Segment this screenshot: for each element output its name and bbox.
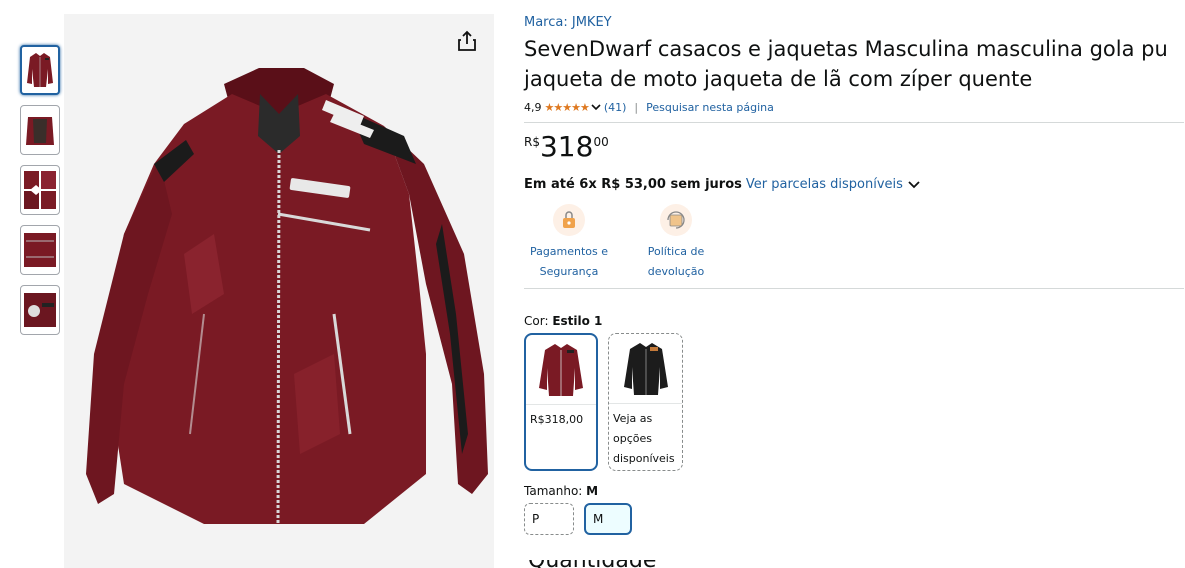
rating-value: 4,9 [524, 100, 542, 114]
installments-text: Em até 6x R$ 53,00 sem juros [524, 177, 742, 192]
badge-return-policy[interactable]: Política de devolução [628, 204, 724, 288]
color-option-estilo-2[interactable]: Veja as opções disponíveis [608, 333, 683, 471]
swatch-text-line3: disponíveis [613, 452, 675, 465]
badge-label-line1: Política de [647, 245, 705, 258]
size-label: Tamanho: M [524, 483, 1184, 499]
size-options: P M [524, 503, 1184, 535]
thumbnail-4[interactable] [20, 225, 60, 275]
swatch-text-line2: opções [613, 432, 652, 445]
jacket-photo [86, 68, 488, 525]
swatch-text-line1: Veja as [613, 412, 653, 425]
color-label-prefix: Cor: [524, 314, 553, 328]
trust-badges: Pagamentos e Segurança Política de devol… [524, 204, 1184, 288]
size-option-p[interactable]: P [524, 503, 574, 535]
color-swatches: R$318,00 Veja as opções disponíveis [524, 333, 1184, 471]
size-label-prefix: Tamanho: [524, 484, 587, 498]
size-selected-value: M [586, 484, 599, 498]
product-title: SevenDwarf casacos e jaquetas Masculina … [524, 37, 1168, 91]
product-info-panel: Marca: JMKEY SevenDwarf casacos e jaquet… [524, 14, 1184, 535]
main-product-image[interactable] [64, 14, 494, 568]
thumbnail-logo-patch-image [24, 293, 56, 327]
return-box-icon [660, 204, 692, 236]
installments-row: Em até 6x R$ 53,00 sem juros Ver parcela… [524, 177, 1184, 192]
price-whole: 318 [539, 130, 594, 163]
divider [524, 288, 1184, 289]
swatch-price: R$318,00 [530, 413, 584, 426]
swatch-image [609, 334, 682, 404]
price: R$ 318 00 [524, 131, 1184, 167]
color-option-estilo-1[interactable]: R$318,00 [524, 333, 598, 471]
size-option-m[interactable]: M [584, 503, 632, 535]
badge-label-line2: devolução [647, 265, 705, 278]
thumbnail-jacket-details-image [24, 171, 56, 209]
installments-link[interactable]: Ver parcelas disponíveis [746, 177, 903, 192]
chevron-down-icon[interactable] [908, 180, 920, 189]
thumbnail-jacket-front-image [27, 53, 53, 87]
share-icon [458, 30, 476, 51]
review-count-link[interactable]: (41) [604, 101, 627, 114]
share-button[interactable] [452, 26, 482, 56]
badge-label-line1: Pagamentos e [529, 245, 609, 258]
price-symbol: R$ [524, 135, 540, 149]
product-page: Marca: JMKEY SevenDwarf casacos e jaquet… [0, 0, 1185, 568]
search-page-link[interactable]: Pesquisar nesta página [646, 101, 774, 114]
swatch-image [526, 335, 596, 405]
price-fraction: 00 [593, 135, 609, 149]
lock-payment-icon [553, 204, 585, 236]
thumbnail-jacket-inner-image [26, 117, 54, 145]
cut-off-heading: Quantidade [528, 560, 688, 568]
thumbnail-zipper-detail-image [24, 233, 56, 267]
color-label: Cor: Estilo 1 [524, 313, 1184, 329]
thumbnail-1[interactable] [20, 45, 60, 95]
badge-label-line2: Segurança [539, 265, 599, 278]
thumbnail-5[interactable] [20, 285, 60, 335]
thumbnail-3[interactable] [20, 165, 60, 215]
star-rating-icon[interactable]: ★★★★★ [545, 101, 590, 114]
separator: | [634, 100, 639, 114]
cut-off-heading-text: Quantidade [528, 560, 688, 568]
brand-link[interactable]: Marca: JMKEY [524, 14, 1184, 32]
badge-payment-security[interactable]: Pagamentos e Segurança [524, 204, 614, 288]
chevron-down-icon[interactable] [591, 101, 601, 114]
rating-row: 4,9 ★★★★★ (41) | Pesquisar nesta página [524, 98, 1184, 116]
color-selected-value: Estilo 1 [552, 314, 603, 328]
thumbnail-strip [20, 45, 60, 345]
thumbnail-2[interactable] [20, 105, 60, 155]
divider [524, 122, 1184, 123]
